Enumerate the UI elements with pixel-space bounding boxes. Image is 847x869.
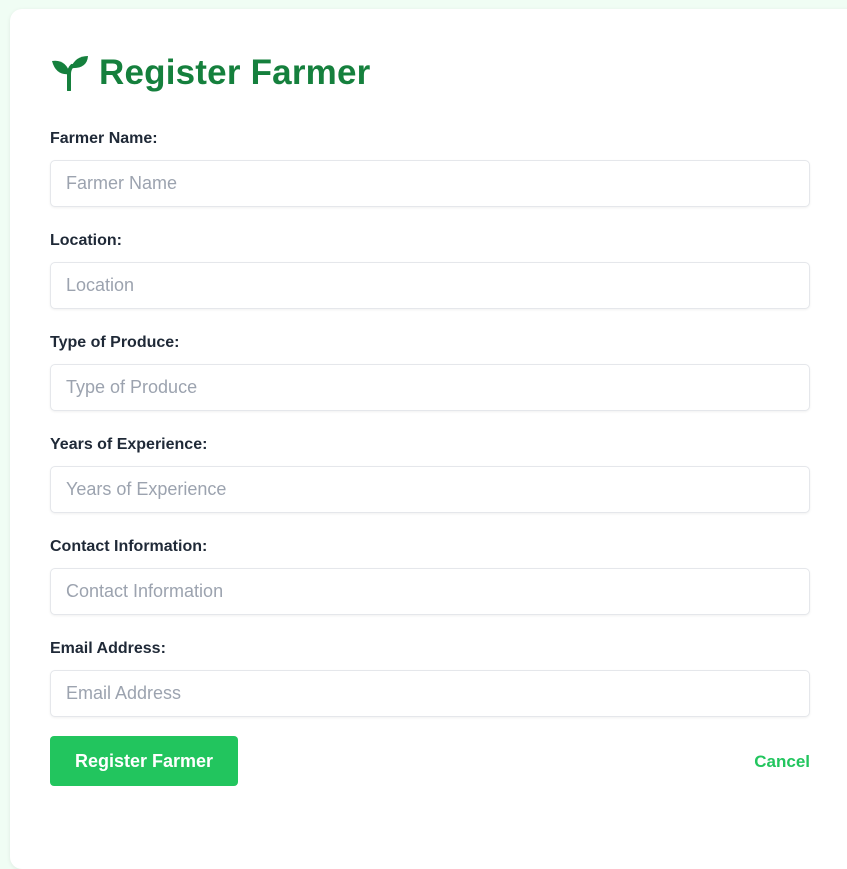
email-field: Email Address: [50,639,810,717]
contact-label: Contact Information: [50,538,208,555]
sprout-icon [50,55,90,92]
produce-type-label: Type of Produce: [50,334,180,351]
cancel-link[interactable]: Cancel [754,751,810,773]
produce-type-input[interactable] [50,364,810,411]
form-header: Register Farmer [50,53,370,93]
farmer-name-input[interactable] [50,160,810,207]
location-input[interactable] [50,262,810,309]
register-farmer-button[interactable]: Register Farmer [50,736,238,786]
registration-card: Register Farmer Farmer Name: Location: T… [10,9,847,869]
produce-type-field: Type of Produce: [50,333,810,411]
farmer-name-label: Farmer Name: [50,130,158,147]
contact-field: Contact Information: [50,537,810,615]
contact-input[interactable] [50,568,810,615]
location-label: Location: [50,232,122,249]
experience-label: Years of Experience: [50,436,208,453]
page-title: Register Farmer [99,53,371,92]
location-field: Location: [50,231,810,309]
farmer-name-field: Farmer Name: [50,129,810,207]
email-input[interactable] [50,670,810,717]
email-label: Email Address: [50,640,166,657]
experience-input[interactable] [50,466,810,513]
experience-field: Years of Experience: [50,435,810,513]
